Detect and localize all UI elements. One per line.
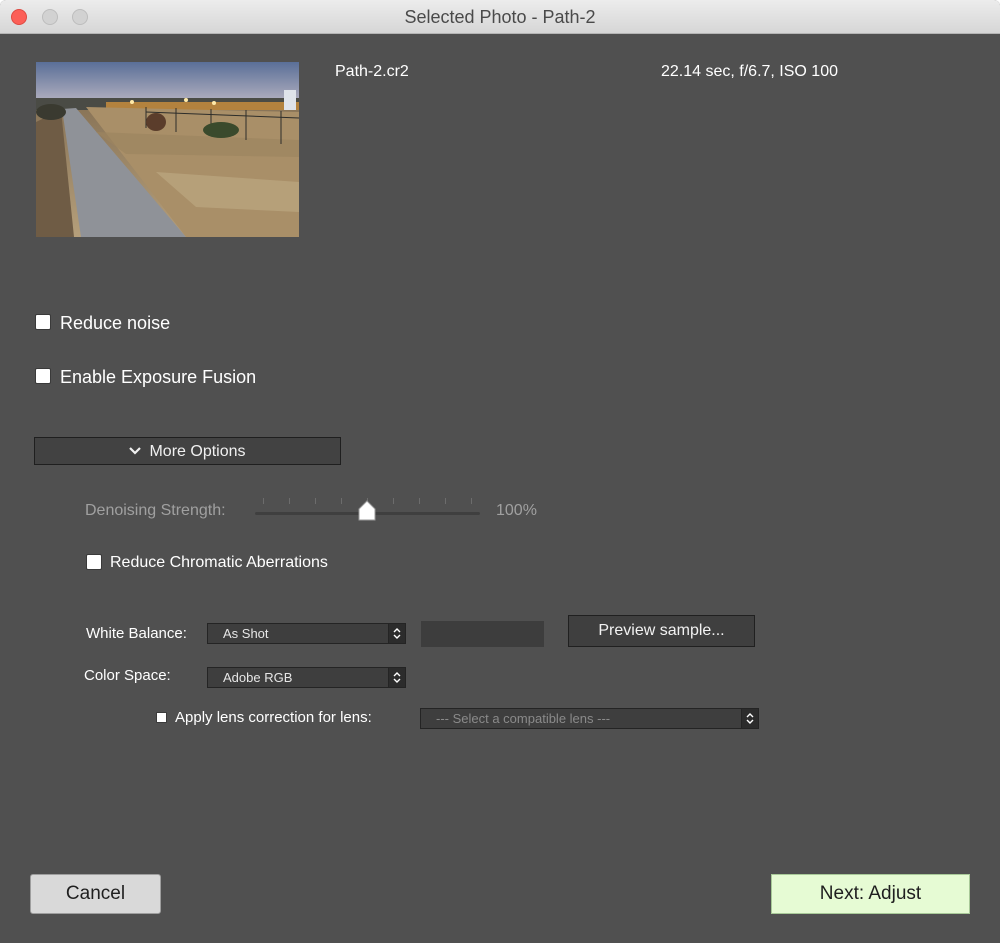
up-down-arrows-icon [741, 709, 758, 728]
lens-select-value: --- Select a compatible lens --- [436, 711, 611, 726]
denoising-strength-label: Denoising Strength: [85, 502, 226, 519]
next-adjust-button[interactable]: Next: Adjust [771, 874, 970, 914]
slider-tick [341, 498, 342, 504]
slider-tick [289, 498, 290, 504]
lens-select[interactable]: --- Select a compatible lens --- [420, 708, 759, 729]
slider-tick [393, 498, 394, 504]
slider-tick [263, 498, 264, 504]
chromatic-aberrations-checkbox[interactable] [86, 554, 102, 570]
exposure-info: 22.14 sec, f/6.7, ISO 100 [661, 63, 838, 80]
slider-tick [419, 498, 420, 504]
window-title: Selected Photo - Path-2 [404, 7, 596, 27]
photo-filename: Path-2.cr2 [335, 63, 409, 80]
slider-tick [445, 498, 446, 504]
white-balance-color-swatch [421, 621, 544, 647]
reduce-noise-label[interactable]: Reduce noise [60, 313, 170, 334]
lens-correction-checkbox[interactable] [156, 712, 167, 723]
up-down-arrows-icon [388, 624, 405, 643]
denoising-strength-value: 100% [496, 502, 537, 519]
dialog-window: Selected Photo - Path-2 Path-2.cr2 22.14… [0, 0, 1000, 943]
slider-tick [315, 498, 316, 504]
color-space-value: Adobe RGB [223, 670, 293, 685]
exposure-fusion-label[interactable]: Enable Exposure Fusion [60, 367, 256, 388]
color-space-select[interactable]: Adobe RGB [207, 667, 406, 688]
up-down-arrows-icon [388, 668, 405, 687]
exposure-fusion-checkbox[interactable] [35, 368, 51, 384]
white-balance-label: White Balance: [86, 625, 187, 642]
chromatic-aberrations-label[interactable]: Reduce Chromatic Aberrations [110, 554, 328, 572]
chevron-down-icon [129, 438, 142, 464]
reduce-noise-checkbox[interactable] [35, 314, 51, 330]
more-options-label: More Options [149, 443, 246, 460]
slider-tick [471, 498, 472, 504]
white-balance-value: As Shot [223, 626, 269, 641]
cancel-button[interactable]: Cancel [30, 874, 161, 914]
denoising-slider-handle[interactable] [358, 500, 376, 526]
more-options-button[interactable]: More Options [34, 437, 341, 465]
title-bar: Selected Photo - Path-2 [0, 0, 1000, 34]
white-balance-select[interactable]: As Shot [207, 623, 406, 644]
lens-correction-label[interactable]: Apply lens correction for lens: [175, 709, 372, 726]
preview-sample-button[interactable]: Preview sample... [568, 615, 755, 647]
photo-thumbnail [36, 62, 299, 237]
color-space-label: Color Space: [84, 667, 171, 684]
